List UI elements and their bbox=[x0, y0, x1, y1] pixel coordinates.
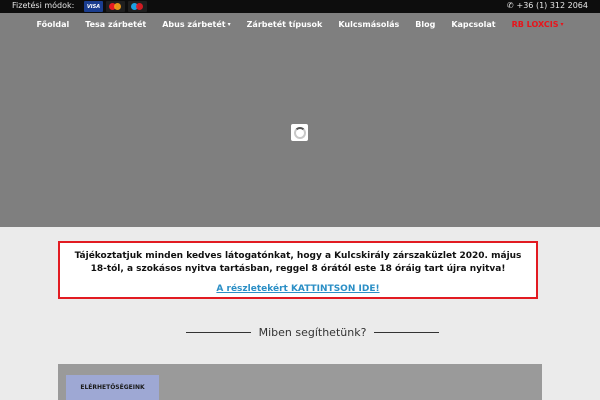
nav-item-abus[interactable]: Abus zárbetét ▾ bbox=[154, 20, 238, 29]
payment-cards: VISA bbox=[84, 1, 147, 12]
nav-label: Főoldal bbox=[36, 20, 70, 29]
mastercard-icon bbox=[106, 1, 125, 12]
contact-tab[interactable]: ELÉRHETŐSÉGEINK bbox=[66, 375, 159, 400]
hero-banner bbox=[0, 36, 600, 227]
nav-item-fooldal[interactable]: Főoldal bbox=[28, 20, 77, 29]
visa-card-icon: VISA bbox=[84, 1, 103, 12]
divider bbox=[186, 331, 251, 333]
notice-box: Tájékoztatjuk minden kedves látogatónkat… bbox=[58, 241, 538, 299]
notice-text: Tájékoztatjuk minden kedves látogatónkat… bbox=[74, 251, 522, 274]
nav-label: Kulcsmásolás bbox=[338, 20, 400, 29]
nav-item-kulcsmasolas[interactable]: Kulcsmásolás bbox=[330, 20, 407, 29]
nav-item-blog[interactable]: Blog bbox=[407, 20, 443, 29]
nav-item-tesa[interactable]: Tesa zárbetét bbox=[77, 20, 154, 29]
details-link[interactable]: A részletekért KATTINTSON IDE! bbox=[216, 284, 379, 294]
chevron-down-icon: ▾ bbox=[227, 21, 231, 28]
phone-icon: ✆ bbox=[506, 1, 514, 10]
nav-label: Kapcsolat bbox=[451, 20, 496, 29]
top-bar: Fizetési módok: VISA ✆ +36 (1) 312 2064 bbox=[0, 0, 600, 13]
nav-label: RB LOXCIS bbox=[511, 20, 559, 29]
help-title: Miben segíthetünk? bbox=[258, 325, 367, 339]
nav-item-kapcsolat[interactable]: Kapcsolat bbox=[443, 20, 503, 29]
chevron-down-icon: ▾ bbox=[560, 21, 564, 28]
nav-item-rb-loxcis[interactable]: RB LOXCIS ▾ bbox=[504, 20, 572, 29]
payment-methods-label: Fizetési módok: bbox=[12, 1, 75, 10]
nav-label: Zárbetét típusok bbox=[246, 20, 323, 29]
nav-item-zarbetet-tipusok[interactable]: Zárbetét típusok bbox=[239, 20, 331, 29]
phone-number[interactable]: +36 (1) 312 2064 bbox=[517, 1, 588, 10]
nav-label: Tesa zárbetét bbox=[85, 20, 147, 29]
phone-contact[interactable]: ✆ +36 (1) 312 2064 bbox=[507, 1, 588, 10]
nav-label: Blog bbox=[415, 20, 436, 29]
nav-label: Abus zárbetét bbox=[162, 20, 226, 29]
main-navigation: Főoldal Tesa zárbetét Abus zárbetét ▾ Zár… bbox=[0, 13, 600, 36]
loading-spinner-icon bbox=[291, 124, 308, 141]
contact-panel: ELÉRHETŐSÉGEINK bbox=[58, 364, 542, 400]
help-heading: Miben segíthetünk? bbox=[186, 324, 440, 340]
divider bbox=[374, 331, 440, 333]
visa-label: VISA bbox=[86, 3, 101, 10]
maestro-icon bbox=[128, 1, 147, 12]
